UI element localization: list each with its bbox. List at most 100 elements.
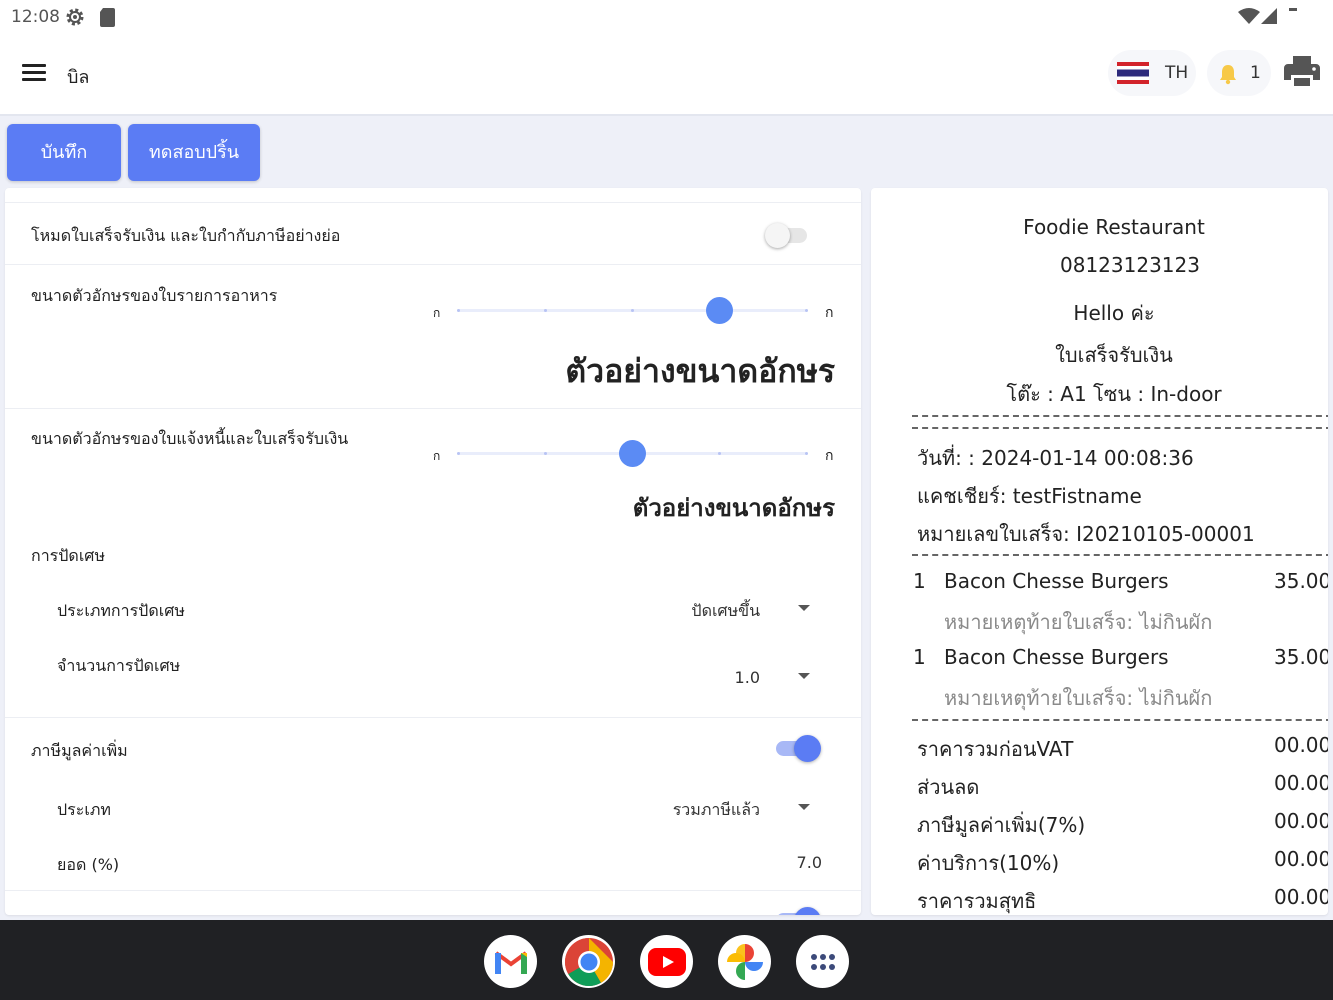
vat-rate-value[interactable]: 7.0 xyxy=(797,853,822,872)
item-name: Bacon Chesse Burgers xyxy=(944,569,1169,593)
language-selector[interactable]: TH xyxy=(1108,50,1196,96)
receipt-preview: Foodie Restaurant 08123123123 Hello ค่ะ … xyxy=(871,188,1328,915)
sd-card-icon xyxy=(100,8,115,27)
table-zone: โต๊ะ : A1 โซน : In-door xyxy=(1006,382,1222,406)
vat-type-value[interactable]: รวมภาษีแล้ว xyxy=(673,798,760,823)
divider xyxy=(5,202,861,203)
vat-total-label: ภาษีมูลค่าเพิ่ม(7%) xyxy=(917,813,1086,837)
grand-total-label: ราคารวมสุทธิ xyxy=(917,889,1037,913)
rounding-label: การปัดเศษ xyxy=(31,546,105,565)
font-min-label: ก xyxy=(433,306,441,320)
status-bar: 12:08 xyxy=(0,0,1333,34)
discount-label: ส่วนลด xyxy=(917,775,980,799)
invoice-font-label: ขนาดตัวอักษรของใบแจ้งหนี้และใบเสร็จรับเง… xyxy=(31,429,349,448)
content-area: บันทึก ทดสอบปริ้น โหมดใบเสร็จรับเงิน และ… xyxy=(0,116,1333,920)
chrome-icon[interactable] xyxy=(562,935,615,988)
vat-rate-label: ยอด (%) xyxy=(57,855,120,874)
font-max-label: ก xyxy=(825,305,834,321)
vat-toggle[interactable] xyxy=(776,734,822,762)
chevron-down-icon[interactable] xyxy=(798,673,810,679)
item-qty: 1 xyxy=(913,569,926,593)
rounding-type-label: ประเภทการปัดเศษ xyxy=(57,601,185,620)
next-setting-toggle[interactable] xyxy=(776,906,822,915)
settings-panel: โหมดใบเสร็จรับเงิน และใบกำกับภาษีอย่างย่… xyxy=(5,188,861,915)
divider xyxy=(5,408,861,409)
chevron-down-icon[interactable] xyxy=(798,605,810,611)
thai-flag-icon xyxy=(1117,62,1149,84)
item-note: หมายเหตุท้ายใบเสร็จ: ไม่กินผัก xyxy=(944,610,1213,634)
restaurant-name: Foodie Restaurant xyxy=(1023,215,1205,239)
service-charge-value: 00.00 xyxy=(1274,847,1328,871)
receipt-title: ใบเสร็จรับเงิน xyxy=(1055,343,1173,367)
service-charge-label: ค่าบริการ(10%) xyxy=(917,851,1060,875)
gmail-icon[interactable] xyxy=(484,935,537,988)
invoice-font-slider[interactable] xyxy=(456,438,808,468)
menu-icon[interactable] xyxy=(22,64,46,84)
slider-thumb[interactable] xyxy=(618,440,646,467)
greeting: Hello ค่ะ xyxy=(1073,301,1155,325)
rounding-amount-value[interactable]: 1.0 xyxy=(735,668,760,687)
dashed-divider xyxy=(912,719,1328,721)
slider-tick xyxy=(630,309,634,312)
youtube-icon[interactable] xyxy=(640,935,693,988)
wifi-icon xyxy=(1238,8,1260,24)
receipt-cashier: แคชเชียร์: testFistname xyxy=(917,484,1142,508)
language-code: TH xyxy=(1165,63,1189,83)
subtotal-label: ราคารวมก่อนVAT xyxy=(917,737,1074,761)
test-print-button[interactable]: ทดสอบปริ้น xyxy=(128,124,260,181)
rounding-type-value[interactable]: ปัดเศษขึ้น xyxy=(691,599,760,624)
dashed-divider xyxy=(912,415,1328,417)
vat-type-label: ประเภท xyxy=(57,800,111,819)
restaurant-phone: 08123123123 xyxy=(1060,253,1200,277)
app-drawer-icon[interactable] xyxy=(796,935,849,988)
battery-icon xyxy=(1289,8,1297,11)
divider xyxy=(5,890,861,891)
item-price: 35.00 xyxy=(1274,645,1328,669)
food-list-font-slider[interactable] xyxy=(456,295,808,325)
page-title: บิล xyxy=(67,67,90,88)
dashed-divider xyxy=(912,427,1328,429)
slider-tick xyxy=(543,452,547,455)
photos-icon[interactable] xyxy=(718,935,771,988)
grand-total-value: 00.00 xyxy=(1274,885,1328,909)
rounding-amount-label: จำนวนการปัดเศษ xyxy=(57,656,181,675)
receipt-number: หมายเลขใบเสร็จ: I20210105-00001 xyxy=(917,522,1255,546)
save-button[interactable]: บันทึก xyxy=(7,124,121,181)
status-time: 12:08 xyxy=(11,7,60,27)
divider xyxy=(5,264,861,265)
print-icon[interactable] xyxy=(1284,55,1320,87)
vat-label: ภาษีมูลค่าเพิ่ม xyxy=(31,741,128,760)
font-max-label: ก xyxy=(825,448,834,464)
item-price: 35.00 xyxy=(1274,569,1328,593)
notification-count: 1 xyxy=(1250,63,1261,83)
item-note: หมายเหตุท้ายใบเสร็จ: ไม่กินผัก xyxy=(944,686,1213,710)
font-min-label: ก xyxy=(433,449,441,463)
discount-value: 00.00 xyxy=(1274,771,1328,795)
receipt-mode-label: โหมดใบเสร็จรับเงิน และใบกำกับภาษีอย่างย่… xyxy=(31,226,341,245)
item-name: Bacon Chesse Burgers xyxy=(944,645,1169,669)
signal-icon xyxy=(1261,8,1277,24)
divider xyxy=(5,717,861,718)
dashed-divider xyxy=(912,554,1328,556)
slider-tick xyxy=(804,309,808,312)
slider-tick xyxy=(456,452,460,455)
notifications-button[interactable]: 1 xyxy=(1207,50,1271,96)
food-list-font-label: ขนาดตัวอักษรของใบรายการอาหาร xyxy=(31,286,278,305)
bell-icon xyxy=(1220,65,1236,85)
item-qty: 1 xyxy=(913,645,926,669)
receipt-date: วันที่: : 2024-01-14 00:08:36 xyxy=(917,446,1194,470)
food-list-font-sample: ตัวอย่างขนาดอักษร xyxy=(565,352,835,390)
receipt-mode-toggle[interactable] xyxy=(765,222,809,248)
slider-tick xyxy=(456,309,460,312)
subtotal-value: 00.00 xyxy=(1274,733,1328,757)
taskbar xyxy=(0,920,1333,1000)
vat-total-value: 00.00 xyxy=(1274,809,1328,833)
slider-thumb[interactable] xyxy=(705,297,733,324)
slider-tick xyxy=(543,309,547,312)
slider-tick xyxy=(717,452,721,455)
app-bar: บิล TH 1 xyxy=(0,34,1333,116)
slider-tick xyxy=(804,452,808,455)
chevron-down-icon[interactable] xyxy=(798,804,810,810)
settings-gear-icon xyxy=(66,8,84,26)
invoice-font-sample: ตัวอย่างขนาดอักษร xyxy=(632,494,835,522)
